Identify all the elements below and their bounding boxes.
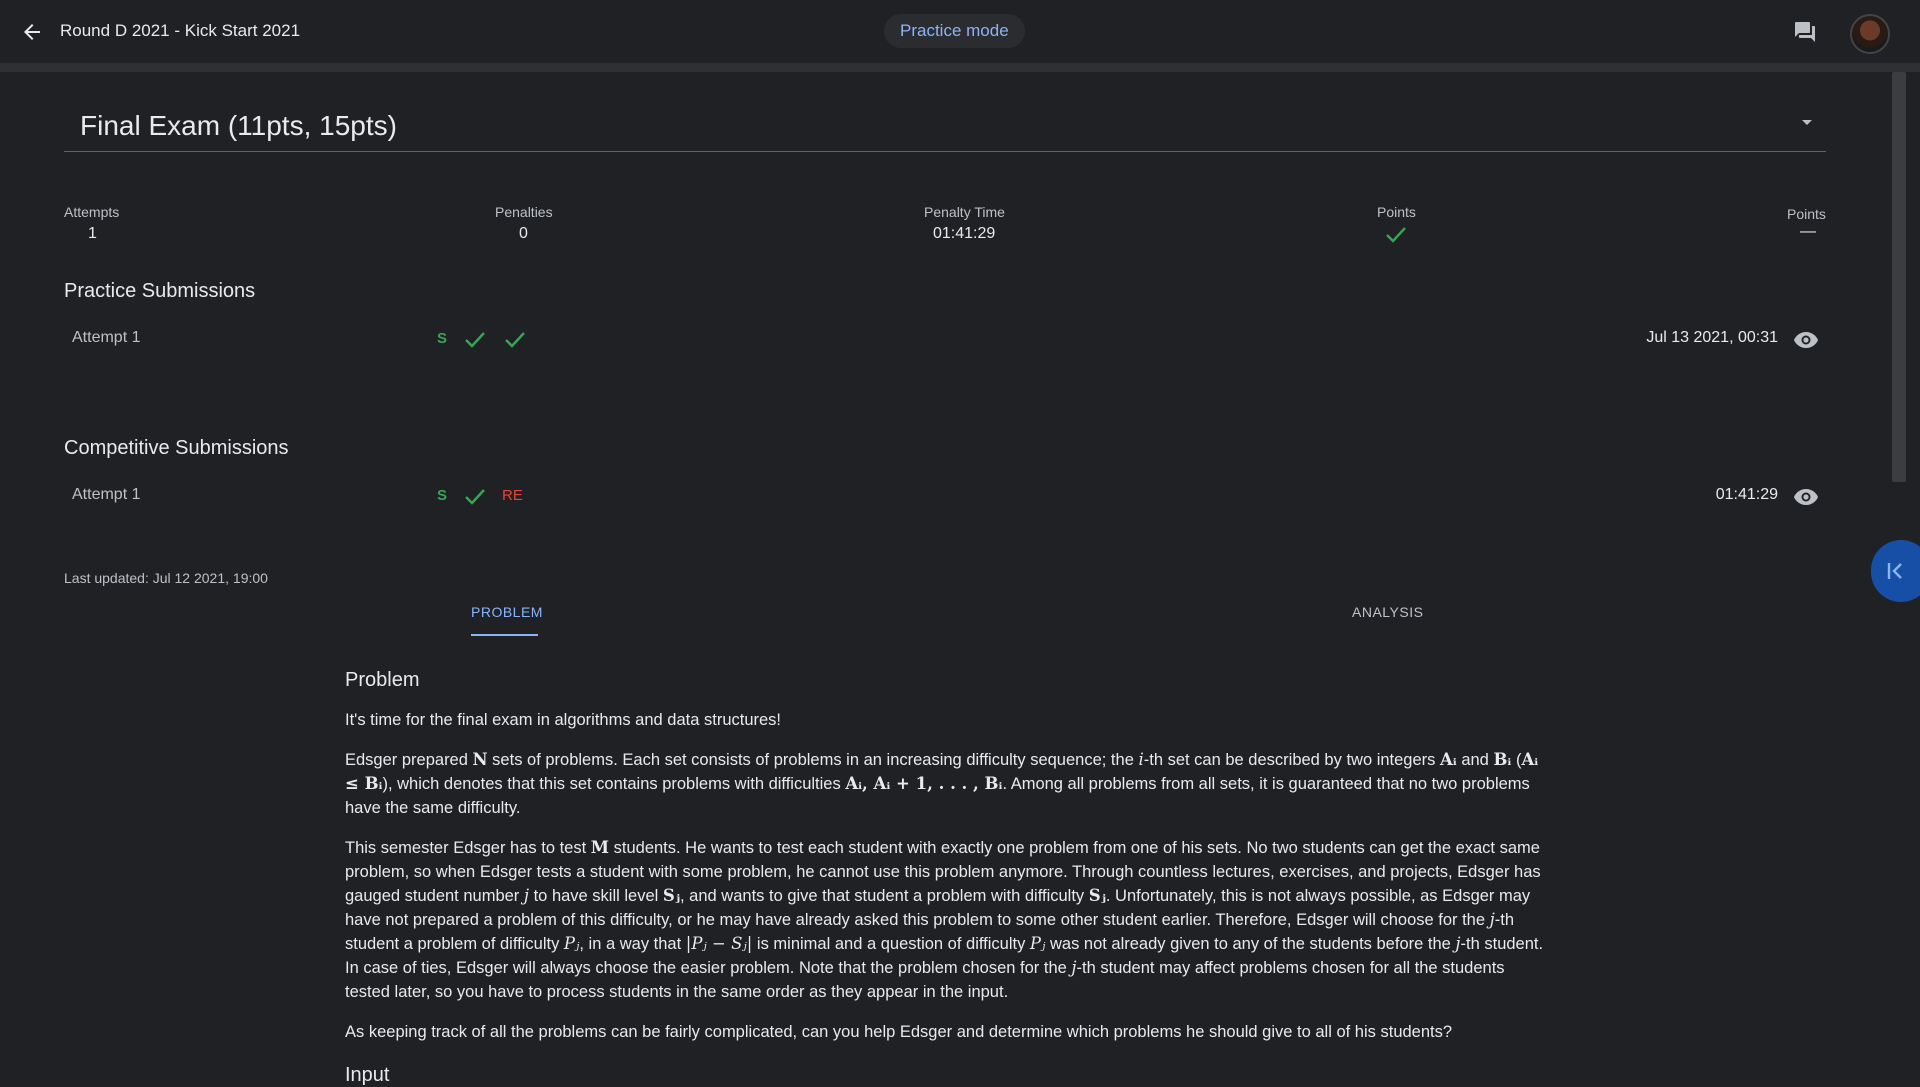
tab-analysis[interactable]: ANALYSIS xyxy=(1352,604,1423,620)
contest-title: Round D 2021 - Kick Start 2021 xyxy=(60,21,301,40)
math-N: N xyxy=(472,750,488,769)
math-Sj: Sⱼ xyxy=(662,886,681,905)
app-bar-divider xyxy=(0,63,1920,72)
practice-submissions-heading: Practice Submissions xyxy=(64,280,256,302)
check-icon xyxy=(465,332,485,348)
avatar[interactable] xyxy=(1850,14,1890,54)
statement-heading: Problem xyxy=(345,669,420,691)
input-heading: Input xyxy=(345,1064,390,1086)
check-icon xyxy=(505,332,525,348)
competitive-attempt-label: Attempt 1 xyxy=(72,486,141,503)
statement-paragraph-4: As keeping track of all the problems can… xyxy=(345,1023,1453,1041)
practice-submission-time: Jul 13 2021, 00:31 xyxy=(1646,329,1778,346)
view-submission-eye-icon[interactable] xyxy=(1793,488,1819,506)
points-label-hidden: Points xyxy=(1787,206,1826,222)
active-tab-indicator xyxy=(471,634,538,636)
attempts-value: 1 xyxy=(88,225,97,242)
points-value-hidden: — xyxy=(1800,223,1816,240)
practice-mode-chip[interactable]: Practice mode xyxy=(884,14,1025,48)
check-icon xyxy=(1386,227,1406,243)
competitive-submission-time: 01:41:29 xyxy=(1715,486,1778,503)
statement-paragraph-3: This semester Edsger has to test M stude… xyxy=(345,838,1544,1001)
problem-statement: Problem It's time for the final exam in … xyxy=(345,668,1545,1060)
math-Pj: Pⱼ xyxy=(1029,934,1046,953)
dropdown-arrow-icon[interactable] xyxy=(1800,118,1814,128)
math-Bi: Bᵢ xyxy=(1493,750,1512,769)
penalty-time-label: Penalty Time xyxy=(924,204,1005,220)
chat-icon[interactable] xyxy=(1793,20,1817,44)
competitive-submissions-heading: Competitive Submissions xyxy=(64,437,289,459)
math-abs: |Pⱼ − Sⱼ| xyxy=(685,934,753,953)
statement-paragraph-2: Edsger prepared N sets of problems. Each… xyxy=(345,750,1539,817)
sample-result-badge: S xyxy=(437,487,448,504)
sample-result-badge: S xyxy=(437,330,448,347)
problem-title: Final Exam (11pts, 15pts) xyxy=(80,110,397,141)
top-app-bar: Round D 2021 - Kick Start 2021 Practice … xyxy=(0,0,1920,63)
points-label-visible: Points xyxy=(1377,204,1416,220)
tab-problem[interactable]: PROBLEM xyxy=(471,604,543,620)
penalties-value: 0 xyxy=(519,225,528,242)
math-M: M xyxy=(590,838,610,857)
collapse-panel-button[interactable] xyxy=(1871,540,1920,602)
title-divider xyxy=(64,151,1826,152)
runtime-error-badge: RE xyxy=(502,487,523,504)
math-Ai: Aᵢ xyxy=(1440,750,1457,769)
first-page-icon xyxy=(1887,563,1902,579)
check-icon xyxy=(465,489,485,505)
math-range: Aᵢ, Aᵢ + 1, . . . , Bᵢ xyxy=(845,774,1003,793)
arrow-back-icon[interactable] xyxy=(20,20,44,44)
penalty-time-value: 01:41:29 xyxy=(933,225,996,242)
practice-attempt-label: Attempt 1 xyxy=(72,329,141,346)
math-Sj: Sⱼ xyxy=(1088,886,1106,905)
last-updated-text: Last updated: Jul 12 2021, 19:00 xyxy=(64,570,268,586)
scrollbar-thumb[interactable] xyxy=(1892,72,1906,482)
attempts-label: Attempts xyxy=(64,204,120,220)
practice-mode-label: Practice mode xyxy=(900,21,1009,40)
math-Pj: Pⱼ xyxy=(563,934,580,953)
view-submission-eye-icon[interactable] xyxy=(1793,331,1819,349)
penalties-label: Penalties xyxy=(495,204,553,220)
statement-paragraph-1: It's time for the final exam in algorith… xyxy=(345,711,782,729)
